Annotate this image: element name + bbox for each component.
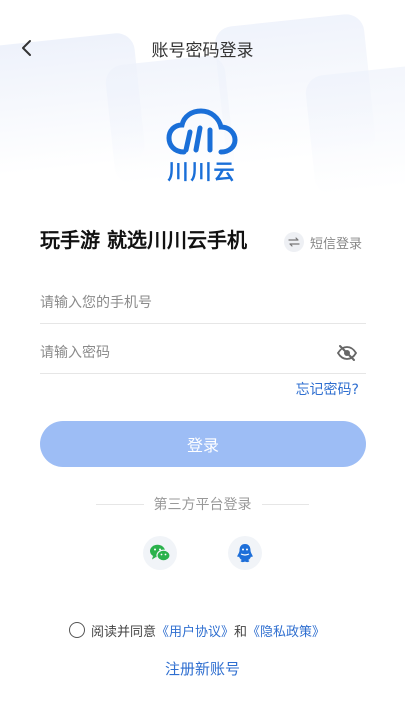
divider-line: [96, 503, 144, 505]
forgot-password-link[interactable]: 忘记密码?: [296, 379, 359, 399]
agreement-row: 阅读并同意 《用户协议》 和 《隐私政策》: [69, 620, 325, 640]
eye-off-icon: [336, 345, 358, 361]
phone-input[interactable]: [40, 284, 320, 322]
phone-field: [40, 284, 366, 324]
swap-icon: [284, 232, 304, 252]
app-logo: 川川云: [166, 108, 238, 184]
user-agreement-link[interactable]: 《用户协议》: [156, 621, 234, 640]
cloud-logo-icon: [166, 108, 238, 155]
register-link[interactable]: 注册新账号: [0, 658, 405, 679]
password-input[interactable]: [40, 334, 320, 372]
divider-line: [261, 503, 309, 505]
agreement-prefix: 阅读并同意: [91, 624, 157, 640]
password-field: [40, 334, 366, 374]
slogan: 玩手游 就选川川云手机: [40, 228, 247, 252]
agreement-checkbox[interactable]: [69, 622, 85, 638]
wechat-icon: [150, 544, 171, 562]
sms-login-switch[interactable]: 短信登录: [284, 232, 362, 252]
top-bar: 账号密码登录: [0, 28, 405, 68]
sms-login-label: 短信登录: [310, 236, 363, 252]
login-button[interactable]: 登录: [40, 421, 366, 467]
third-party-label: 第三方平台登录: [153, 497, 252, 513]
qq-login-button[interactable]: [228, 536, 262, 570]
agreement-and: 和: [234, 624, 248, 640]
toggle-password-visibility[interactable]: [336, 344, 358, 362]
qq-icon: [237, 544, 253, 563]
third-party-divider: 第三方平台登录: [96, 494, 309, 514]
privacy-policy-link[interactable]: 《隐私政策》: [247, 621, 325, 640]
brand-name: 川川云: [167, 160, 237, 184]
wechat-login-button[interactable]: [143, 536, 177, 570]
page-title: 账号密码登录: [151, 41, 254, 61]
